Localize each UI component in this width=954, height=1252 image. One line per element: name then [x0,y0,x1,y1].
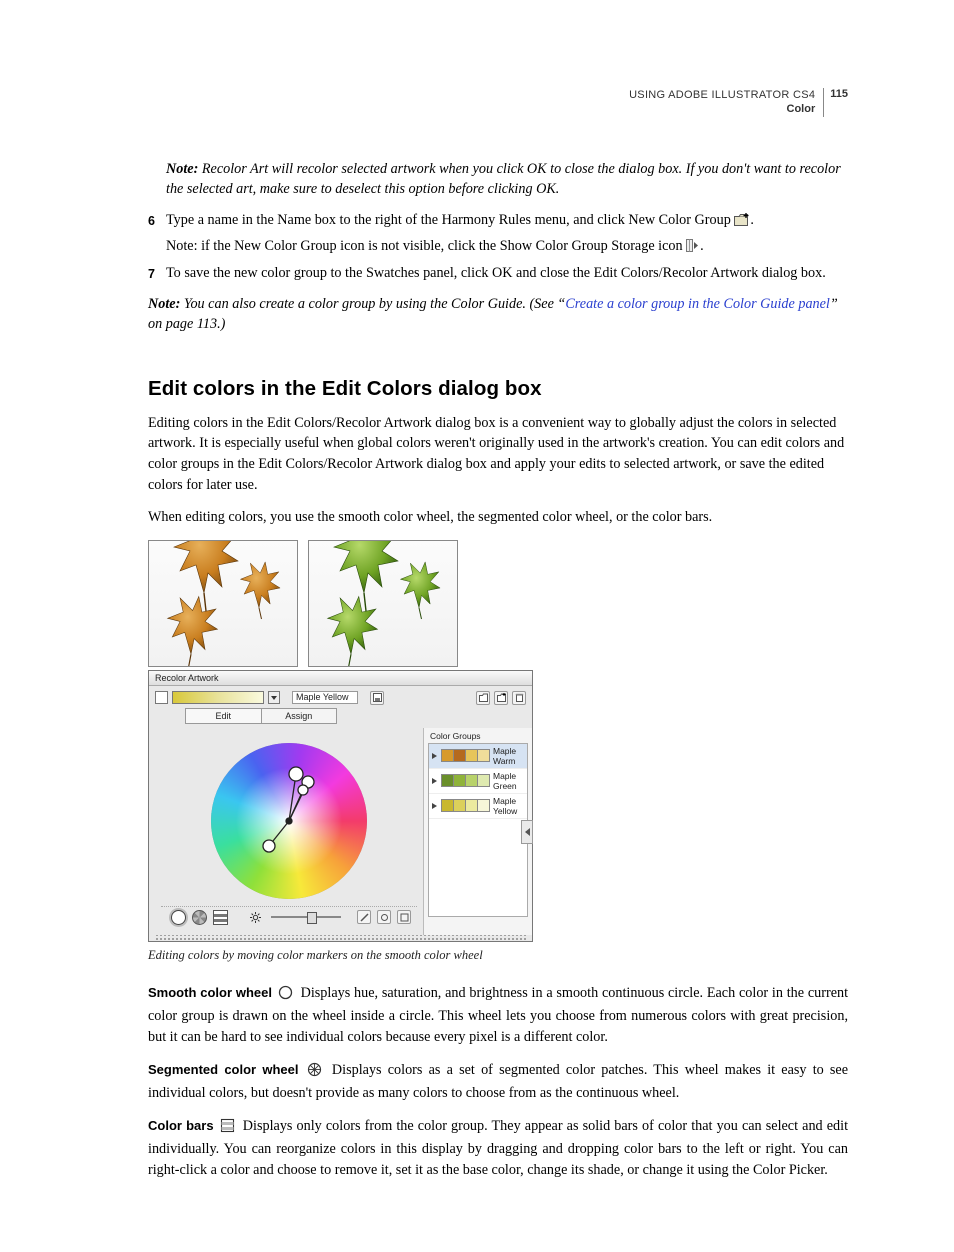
figure-caption: Editing colors by moving color markers o… [148,948,848,963]
color-groups-list: Maple Warm Maple Green Maple Yellow [428,743,528,917]
step-6: 6 Type a name in the Name box to the rig… [148,210,848,257]
step-number: 7 [148,263,166,284]
new-color-group-icon[interactable] [476,691,490,705]
definition-color-bars: Color bars Displays only colors from the… [148,1116,848,1181]
note-tail: . [700,238,704,254]
term-label: Smooth color wheel [148,985,272,1000]
smooth-color-wheel[interactable] [204,736,374,906]
color-bars-icon [220,1118,235,1140]
term-label: Segmented color wheel [148,1062,299,1077]
new-color-group-icon [734,212,750,225]
step-tail: . [750,212,754,228]
note-text: if the New Color Group icon is not visib… [198,238,687,254]
tool-icon-2[interactable] [377,910,391,924]
figure-recolored-art [308,540,458,667]
color-bars-mode-button[interactable] [213,910,228,925]
note-pre: You can also create a color group by usi… [180,296,565,312]
note-text: Recolor Art will recolor selected artwor… [166,161,841,198]
collapse-storage-button[interactable] [521,820,533,844]
harmony-menu[interactable] [268,691,280,704]
dialog-titlebar[interactable]: Recolor Artwork [149,671,532,686]
tab-edit[interactable]: Edit [186,709,262,723]
dialog-divider [155,935,526,941]
segmented-wheel-mode-button[interactable] [192,910,207,925]
smooth-wheel-mode-button[interactable] [171,910,186,925]
tool-icon-1[interactable] [357,910,371,924]
color-group-row[interactable]: Maple Warm [429,744,527,769]
section-heading: Edit colors in the Edit Colors dialog bo… [148,377,848,401]
term-label: Color bars [148,1118,214,1133]
expand-icon[interactable] [432,778,437,784]
note-label: Note: [148,296,180,312]
definition-segmented-wheel: Segmented color wheel Displays colors as… [148,1060,848,1104]
color-group-name-field[interactable]: Maple Yellow [292,691,358,704]
expand-icon[interactable] [432,803,437,809]
dialog-tabs: Edit Assign [185,708,337,724]
color-group-label: Maple Warm [493,746,524,766]
definition-text: Displays only colors from the color grou… [148,1118,848,1178]
figure-original-art [148,540,298,667]
color-group-label: Maple Green [493,771,524,791]
body-paragraph: When editing colors, you use the smooth … [148,507,848,528]
show-storage-icon [686,238,700,251]
smooth-wheel-icon [278,985,293,1007]
brightness-icon [250,912,261,923]
note-recolor-art: Note: Recolor Art will recolor selected … [166,159,848,200]
page-header: USING ADOBE ILLUSTRATOR CS4 Color 115 [148,88,848,117]
definition-smooth-wheel: Smooth color wheel Displays hue, saturat… [148,983,848,1048]
step-text: To save the new color group to the Swatc… [166,265,826,281]
swatches [441,749,489,762]
segmented-wheel-icon [307,1062,322,1084]
color-groups-label: Color Groups [428,731,528,743]
page-number: 115 [830,88,848,100]
figure-edit-colors: Recolor Artwork Maple Yellow E [148,540,848,963]
header-product: USING ADOBE ILLUSTRATOR CS4 [629,89,815,101]
swatches [441,799,489,812]
step-text: Type a name in the Name box to the right… [166,212,734,228]
save-group-icon[interactable] [370,691,384,705]
delete-color-group-icon[interactable] [512,691,526,705]
swatches [441,774,489,787]
header-section: Color [787,103,816,115]
harmony-bar[interactable] [172,691,264,704]
step-number: 6 [148,210,166,257]
tab-assign[interactable]: Assign [262,709,337,723]
tool-icon-3[interactable] [397,910,411,924]
recolor-artwork-dialog: Recolor Artwork Maple Yellow E [148,670,533,942]
active-color-proxy[interactable] [155,691,168,704]
color-group-row[interactable]: Maple Yellow [429,794,527,819]
step-7: 7 To save the new color group to the Swa… [148,263,848,284]
body-paragraph: Editing colors in the Edit Colors/Recolo… [148,413,848,495]
note-color-guide: Note: You can also create a color group … [148,294,848,335]
brightness-slider[interactable] [271,916,341,918]
expand-icon[interactable] [432,753,437,759]
note-label: Note: [166,238,198,254]
xref-color-guide[interactable]: Create a color group in the Color Guide … [565,296,830,312]
new-color-group-plus-icon[interactable] [494,691,508,705]
note-label: Note: [166,161,198,177]
color-group-row[interactable]: Maple Green [429,769,527,794]
color-group-label: Maple Yellow [493,796,524,816]
